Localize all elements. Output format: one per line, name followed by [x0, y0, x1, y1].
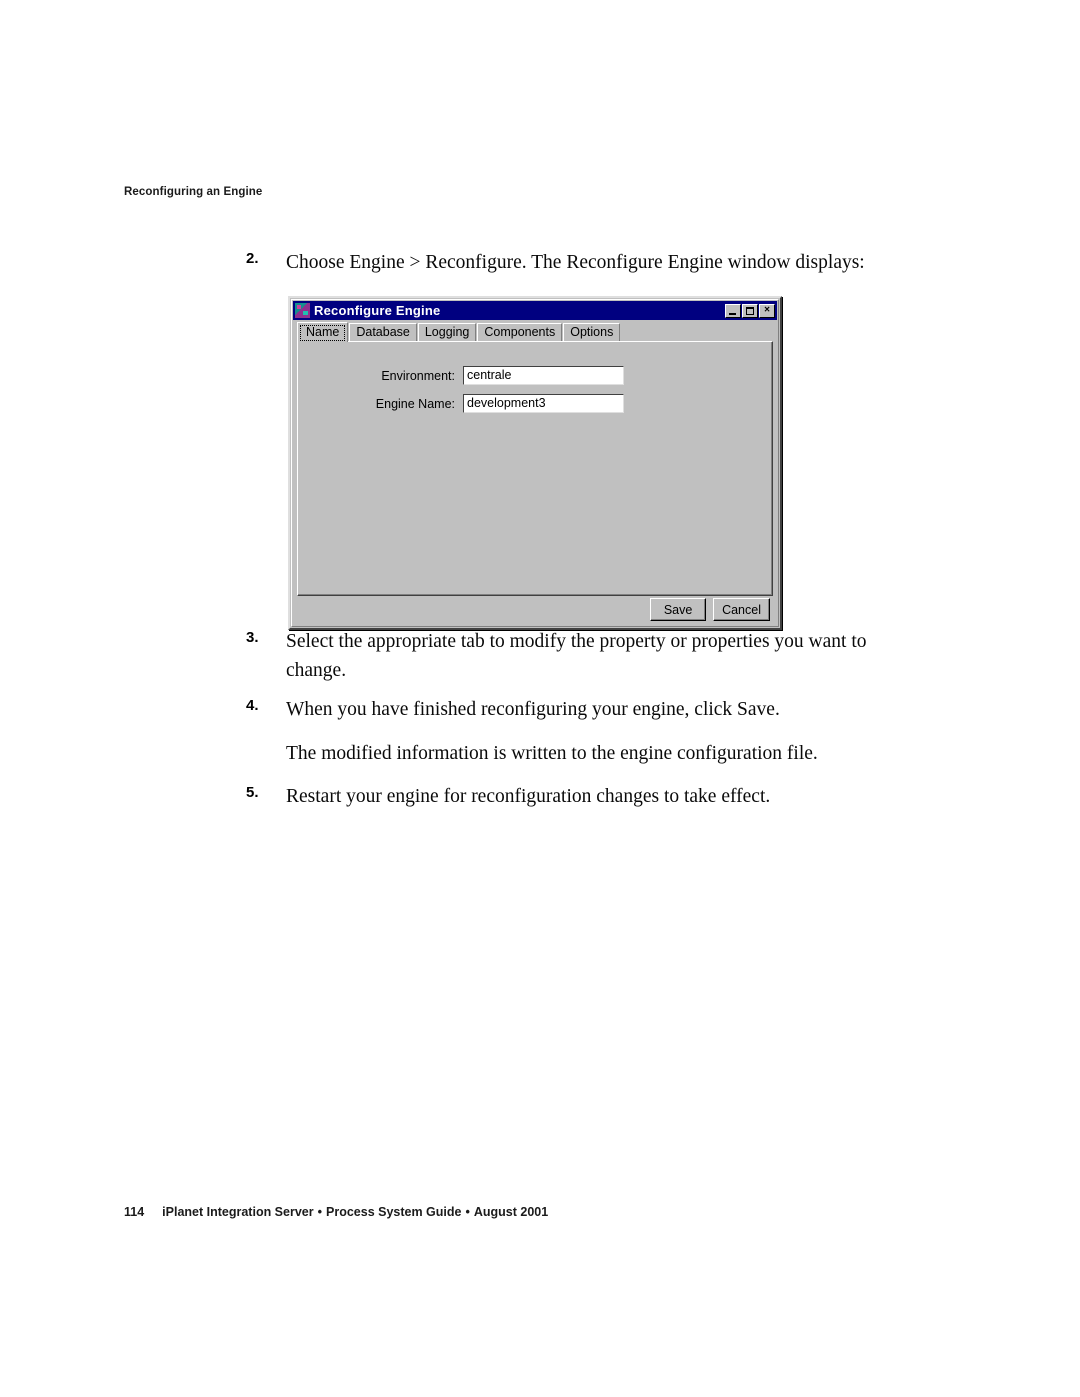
dialog-tabstrip: Name Database Logging Components Options — [297, 322, 621, 342]
step-5-number: 5. — [246, 784, 259, 802]
cancel-button[interactable]: Cancel — [713, 598, 770, 621]
tab-logging-label: Logging — [424, 325, 470, 340]
tab-options[interactable]: Options — [563, 323, 621, 342]
tab-name[interactable]: Name — [297, 322, 349, 342]
engine-name-label: Engine Name: — [375, 396, 455, 411]
footer-date: August 2001 — [473, 1205, 549, 1219]
reconfigure-engine-figure: Reconfigure Engine × Name Database Loggi… — [288, 296, 782, 630]
step-5: 5. Restart your engine for reconfigurati… — [246, 782, 906, 812]
footer-guide-title: Process System Guide — [326, 1205, 462, 1219]
page-footer: 114 iPlanet Integration Server • Process Sy… — [124, 1205, 548, 1219]
step-spacer-1 — [246, 686, 906, 695]
tab-options-label: Options — [570, 325, 614, 340]
footer-separator-2: • — [465, 1205, 470, 1219]
step-2-text: Choose Engine > Reconfigure. The Reconfi… — [286, 252, 865, 273]
running-head: Reconfiguring an Engine — [124, 186, 263, 198]
footer-book-title: iPlanet Integration Server — [162, 1205, 314, 1219]
footer-separator-1: • — [317, 1205, 322, 1219]
environment-label: Environment: — [381, 368, 455, 383]
minimize-button[interactable] — [725, 303, 741, 318]
dialog-button-bar: Save Cancel — [650, 598, 770, 621]
tab-components-label: Components — [484, 325, 556, 340]
environment-row: Environment: centrale — [298, 366, 772, 385]
step-4-text: When you have finished reconfiguring you… — [286, 698, 780, 720]
name-tab-form: Environment: centrale Engine Name: devel… — [298, 366, 772, 422]
step-5-text: Restart your engine for reconfiguration … — [286, 786, 771, 808]
tab-panel-name: Environment: centrale Engine Name: devel… — [297, 341, 773, 596]
window-controls: × — [725, 303, 775, 318]
reconfigure-engine-dialog: Reconfigure Engine × Name Database Loggi… — [288, 296, 782, 630]
engine-name-row: Engine Name: development3 — [298, 394, 772, 413]
tab-name-label: Name — [306, 324, 340, 339]
close-icon: × — [764, 304, 770, 315]
dialog-titlebar[interactable]: Reconfigure Engine × — [293, 301, 777, 320]
save-button[interactable]: Save — [650, 598, 707, 621]
maximize-button[interactable] — [742, 303, 758, 318]
step-spacer-2 — [246, 725, 906, 739]
step-4-note: The modified information is written to t… — [286, 742, 818, 764]
tab-database[interactable]: Database — [349, 323, 417, 342]
engine-name-input[interactable]: development3 — [463, 394, 624, 413]
step-2: 2. Choose Engine > Reconfigure. The Reco… — [246, 248, 906, 278]
step-4: 4. When you have finished reconfiguring … — [246, 695, 906, 725]
step-spacer-3 — [246, 768, 906, 782]
step-3: 3. Select the appropriate tab to modify … — [246, 627, 906, 686]
step-3-text: Select the appropriate tab to modify the… — [286, 630, 867, 682]
close-button[interactable]: × — [759, 303, 775, 318]
tab-database-label: Database — [356, 325, 410, 340]
tab-components[interactable]: Components — [477, 323, 563, 342]
tab-logging[interactable]: Logging — [417, 323, 477, 342]
environment-input[interactable]: centrale — [463, 366, 624, 385]
step-4-number: 4. — [246, 696, 259, 714]
dialog-title: Reconfigure Engine — [314, 303, 441, 318]
app-icon — [295, 303, 310, 318]
step-3-number: 3. — [246, 628, 259, 646]
step-2-number: 2. — [246, 250, 259, 267]
page-number: 114 — [124, 1205, 145, 1219]
